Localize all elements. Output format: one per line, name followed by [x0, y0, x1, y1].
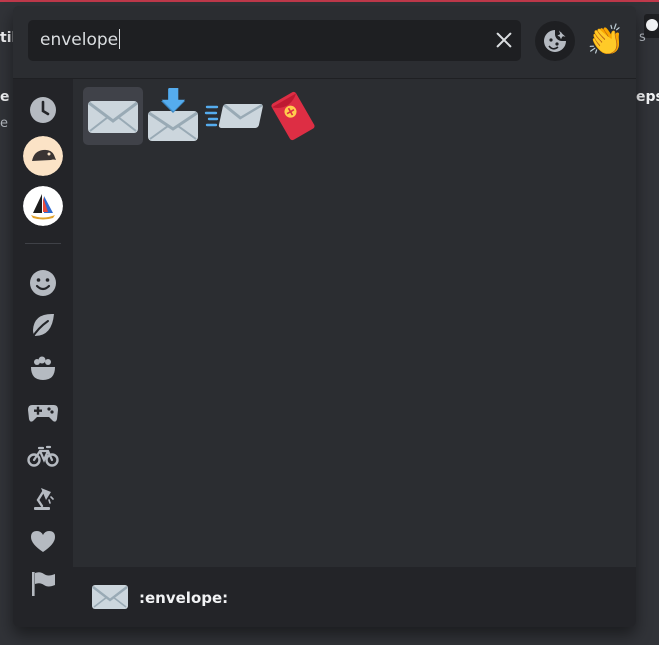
sticker-face-icon [544, 30, 566, 52]
emoji-envelope[interactable] [83, 87, 143, 145]
red-envelope-icon [271, 91, 315, 141]
clock-icon [30, 97, 56, 123]
clapping-hands-icon: 👏 [587, 23, 625, 58]
bicycle-icon [27, 445, 59, 467]
emoji-envelope-with-arrow[interactable] [143, 87, 203, 145]
text-caret [119, 29, 121, 49]
category-sidebar [13, 79, 73, 627]
envelope-icon [88, 101, 138, 133]
category-server-1[interactable] [23, 136, 63, 176]
category-people[interactable] [23, 263, 63, 303]
background-badge [644, 14, 659, 38]
category-server-2[interactable] [23, 186, 63, 226]
emoji-results-grid [73, 79, 636, 567]
background-text-fragment: e [0, 116, 8, 131]
incoming-envelope-icon [204, 103, 263, 128]
food-bowl-icon [31, 356, 55, 380]
flag-icon [32, 572, 55, 596]
category-flags[interactable] [23, 564, 63, 604]
leaf-icon [31, 313, 54, 339]
category-nature[interactable] [23, 306, 63, 346]
smiley-icon [30, 270, 56, 296]
preview-emoji-name: :envelope: [139, 589, 229, 607]
category-food[interactable] [23, 349, 63, 389]
search-input-value: envelope [40, 30, 119, 50]
category-recent[interactable] [23, 90, 63, 130]
server-icon [23, 136, 63, 176]
search-input[interactable]: envelope [40, 20, 460, 61]
lamp-icon [34, 488, 54, 510]
category-symbols[interactable] [23, 521, 63, 561]
gamepad-icon [28, 405, 58, 422]
background-accent-line [0, 0, 659, 2]
category-activities[interactable] [23, 392, 63, 432]
emoji-red-envelope[interactable] [263, 87, 323, 145]
search-box[interactable]: envelope [28, 20, 521, 61]
envelope-with-arrow-icon [148, 87, 198, 141]
diversity-selector-button[interactable]: 👏 [586, 21, 626, 61]
sticker-button[interactable] [535, 21, 575, 61]
category-objects[interactable] [23, 478, 63, 518]
heart-icon [31, 531, 55, 552]
sidebar-divider [25, 243, 61, 244]
background-text-fragment: eps [636, 89, 659, 105]
close-icon[interactable] [494, 30, 514, 50]
emoji-preview-bar: :envelope: [73, 567, 636, 627]
emoji-incoming-envelope[interactable] [203, 87, 263, 145]
category-travel[interactable] [23, 435, 63, 475]
background-text-fragment: e [0, 89, 10, 105]
server-icon [23, 186, 63, 226]
envelope-icon [92, 585, 128, 609]
emoji-picker: envelope 👏:envelope: [13, 6, 636, 627]
picker-header: envelope 👏 [13, 6, 636, 79]
